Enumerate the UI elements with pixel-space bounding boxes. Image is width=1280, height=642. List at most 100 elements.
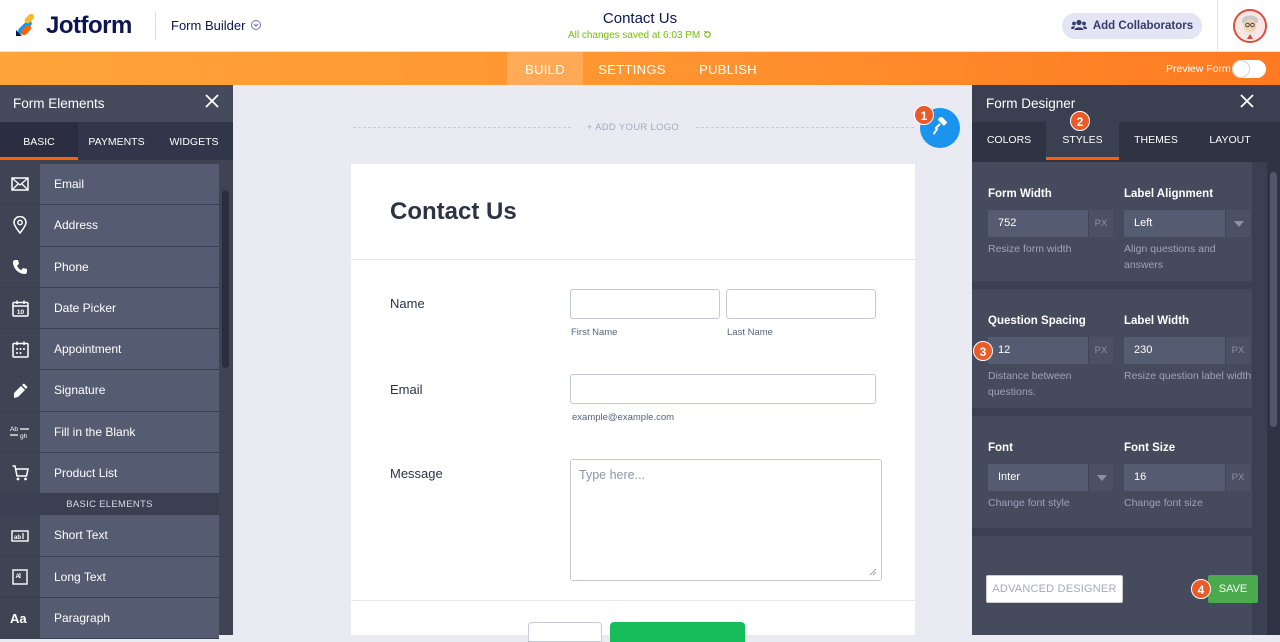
add-collaborators-button[interactable]: Add Collaborators (1062, 13, 1202, 39)
header-divider (155, 12, 156, 40)
element-short-text[interactable]: ab Short Text (0, 515, 219, 557)
toggle-knob (1233, 61, 1249, 77)
question-spacing-value: 12 (998, 344, 1011, 356)
unit-label: PX (1088, 210, 1113, 237)
message-textarea[interactable]: Type here... (570, 459, 882, 581)
form-heading[interactable]: Contact Us (390, 198, 517, 226)
last-name-input[interactable] (726, 289, 876, 319)
user-avatar[interactable] (1233, 9, 1267, 43)
chevron-down-icon (251, 19, 262, 32)
font-help: Change font style (988, 497, 1070, 509)
font-section: Font Inter Change font style Font Size 1… (972, 416, 1252, 528)
chevron-down-icon (1088, 464, 1113, 491)
callout-badge: 1 (914, 105, 934, 125)
short-text-icon: ab (0, 515, 40, 556)
element-label: Appointment (54, 342, 122, 357)
form-elements-list: Email Address Phone 10 Date Picker Appoi… (0, 164, 219, 640)
font-value: Inter (998, 471, 1021, 483)
first-name-input[interactable] (570, 289, 720, 319)
phone-icon (0, 246, 40, 287)
tab-publish[interactable]: PUBLISH (688, 52, 768, 85)
element-label: Address (54, 218, 99, 233)
question-spacing-input[interactable]: 12 PX (988, 337, 1113, 364)
name-question-label[interactable]: Name (390, 296, 425, 311)
tab-themes[interactable]: THEMES (1119, 122, 1193, 160)
revision-history-icon[interactable] (703, 30, 712, 41)
svg-text:10: 10 (16, 309, 24, 316)
scrollbar-thumb[interactable] (1270, 172, 1277, 427)
font-size-help: Change font size (1124, 497, 1203, 509)
element-long-text[interactable]: A Long Text (0, 556, 219, 598)
form-width-input[interactable]: 752 PX (988, 210, 1113, 237)
element-product-list[interactable]: Product List (0, 453, 219, 495)
advanced-designer-button[interactable]: ADVANCED DESIGNER (986, 575, 1123, 603)
form-designer-scrollbar[interactable] (1267, 162, 1280, 635)
message-question-label[interactable]: Message (390, 466, 443, 481)
brand-name: Jotform (46, 12, 132, 39)
width-alignment-section: Form Width 752 PX Resize form width Labe… (972, 162, 1252, 281)
chevron-down-icon (1225, 210, 1250, 237)
form-width-value: 752 (998, 217, 1017, 229)
map-pin-icon (0, 205, 40, 246)
svg-text:Ab: Ab (10, 426, 18, 433)
svg-text:Aa: Aa (10, 611, 27, 625)
font-select[interactable]: Inter (988, 464, 1113, 491)
form-builder-menu[interactable]: Form Builder (171, 18, 262, 33)
label-alignment-help: Align questions and answers (1124, 243, 1216, 271)
element-label: Phone (54, 259, 89, 274)
tab-payments[interactable]: PAYMENTS (78, 122, 155, 160)
element-label: Fill in the Blank (54, 424, 136, 439)
calendar-icon: 10 (0, 287, 40, 329)
submit-button[interactable] (610, 622, 745, 642)
element-label: Short Text (54, 528, 108, 543)
jotform-logo-icon (14, 13, 38, 38)
tab-widgets[interactable]: WIDGETS (155, 122, 233, 160)
email-question-label[interactable]: Email (390, 382, 423, 397)
tab-basic[interactable]: BASIC (0, 122, 78, 160)
email-input[interactable] (570, 374, 876, 404)
close-icon[interactable] (205, 93, 219, 111)
form-builder-label: Form Builder (171, 18, 246, 33)
add-collaborators-label: Add Collaborators (1092, 20, 1194, 32)
form-title[interactable]: Contact Us (540, 10, 740, 27)
form-elements-scrollbar[interactable] (219, 160, 233, 635)
save-button[interactable]: SAVE (1208, 575, 1258, 603)
preview-form-toggle[interactable] (1232, 60, 1266, 78)
label-alignment-select[interactable]: Left (1124, 210, 1250, 237)
font-size-input[interactable]: 16 PX (1124, 464, 1250, 491)
tab-settings[interactable]: SETTINGS (592, 52, 672, 85)
element-fill-in-the-blank[interactable]: Ab gh Fill in the Blank (0, 411, 219, 454)
svg-text:gh: gh (20, 433, 28, 440)
last-name-sublabel: Last Name (727, 327, 773, 338)
element-signature[interactable]: Signature (0, 370, 219, 412)
element-label: Date Picker (54, 300, 117, 315)
tab-layout[interactable]: LAYOUT (1193, 122, 1267, 160)
scrollbar-thumb[interactable] (222, 190, 229, 368)
form-designer-panel: Form Designer COLORS STYLES THEMES LAYOU… (972, 85, 1280, 635)
font-label: Font (988, 442, 1013, 454)
unit-label: PX (1225, 337, 1250, 364)
element-label: Email (54, 177, 85, 191)
close-icon[interactable] (1240, 93, 1254, 111)
tab-colors[interactable]: COLORS (972, 122, 1046, 160)
secondary-button[interactable] (528, 622, 602, 642)
font-size-value: 16 (1134, 471, 1147, 483)
form-preview: Contact Us Name First Name Last Name Ema… (351, 164, 915, 642)
element-address[interactable]: Address (0, 205, 219, 247)
appointment-icon (0, 329, 40, 370)
element-appointment[interactable]: Appointment (0, 329, 219, 371)
builder-nav: BUILD SETTINGS PUBLISH Preview Form (0, 52, 1280, 85)
element-phone[interactable]: Phone (0, 246, 219, 288)
label-width-label: Label Width (1124, 315, 1190, 327)
element-email[interactable]: Email (0, 164, 219, 206)
element-label: Signature (54, 383, 106, 398)
cart-icon (0, 453, 40, 494)
element-date-picker[interactable]: 10 Date Picker (0, 287, 219, 330)
jotform-logo[interactable]: Jotform (14, 12, 132, 40)
label-width-input[interactable]: 230 PX (1124, 337, 1250, 364)
resize-handle-icon[interactable] (869, 568, 877, 576)
preview-form-label: Preview Form (1166, 63, 1231, 75)
tab-build[interactable]: BUILD (507, 52, 583, 85)
add-logo-button[interactable]: + ADD YOUR LOGO (558, 122, 708, 133)
element-paragraph[interactable]: Aa Paragraph (0, 597, 219, 640)
